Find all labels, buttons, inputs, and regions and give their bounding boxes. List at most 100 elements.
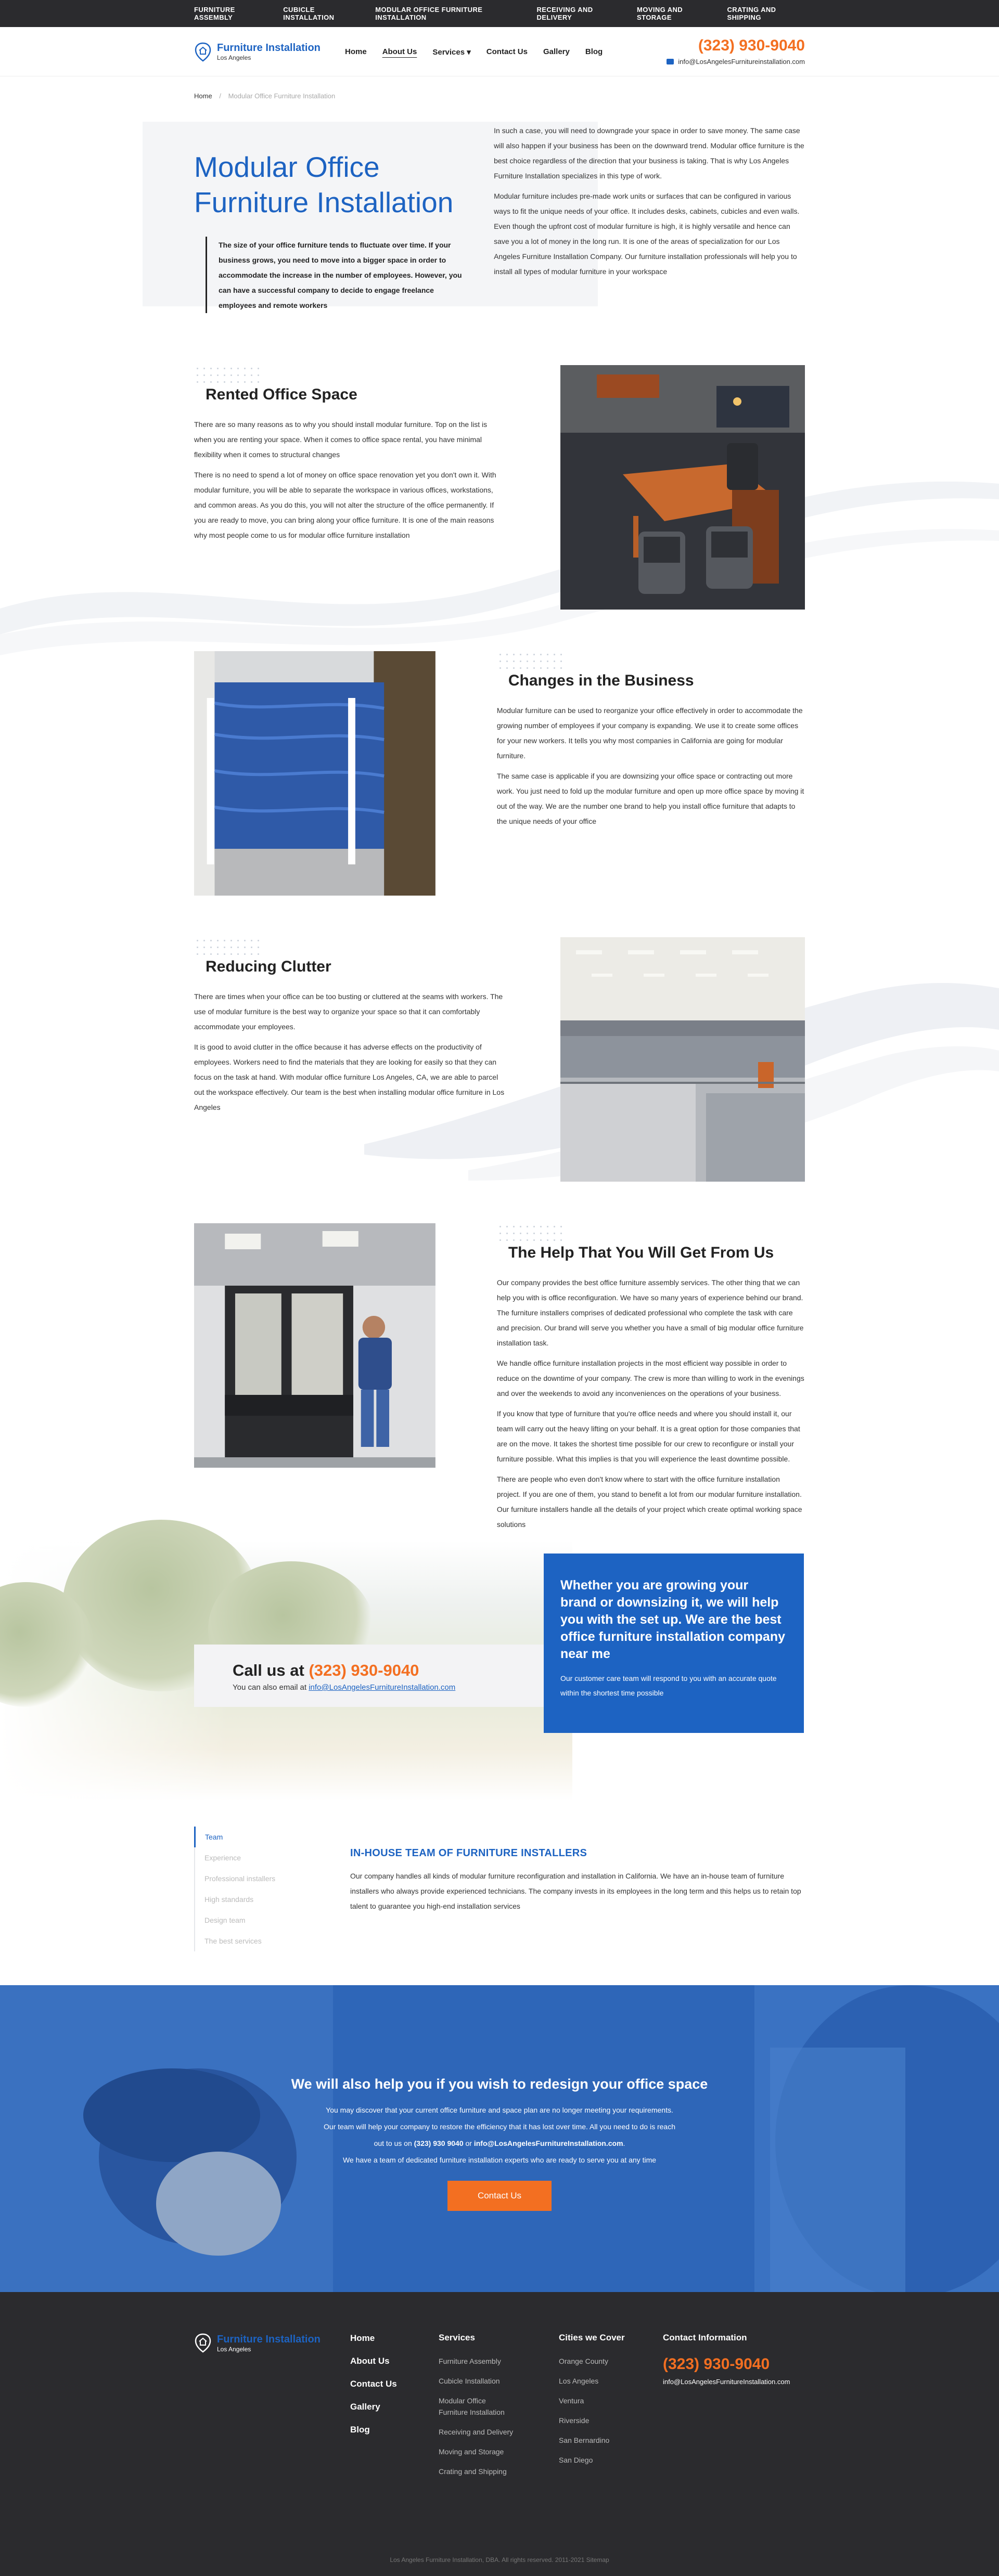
footer-logo-title: Furniture Installation: [217, 2333, 321, 2345]
footer-email-link[interactable]: info@LosAngelesFurnitureInstallation.com: [663, 2378, 790, 2386]
breadcrumb-separator: /: [219, 92, 221, 100]
nav-contact-us[interactable]: Contact Us: [486, 47, 528, 57]
email-us-line: You can also email at info@LosAngelesFur…: [233, 1683, 544, 1692]
hero-paragraph: Modular furniture includes pre-made work…: [494, 192, 800, 276]
dot-pattern: [194, 937, 262, 957]
footer-logo-subtitle: Los Angeles: [217, 2345, 251, 2353]
nav-gallery[interactable]: Gallery: [543, 47, 570, 57]
cta-section: Whether you are growing your brand or do…: [0, 1520, 999, 1801]
logo-shield-icon: [195, 42, 211, 62]
footer-nav-home[interactable]: Home: [350, 2333, 439, 2344]
nav-services-label: Services: [432, 47, 465, 57]
features-tab-list: Team Experience Professional installers …: [194, 1827, 350, 1951]
breadcrumb-current: Modular Office Furniture Installation: [228, 92, 336, 100]
topbar-link[interactable]: CRATING AND SHIPPING: [727, 6, 805, 21]
topbar-link[interactable]: MODULAR OFFICE FURNITURE INSTALLATION: [375, 6, 522, 21]
footer-nav-about[interactable]: About Us: [350, 2355, 439, 2367]
footer-service-link[interactable]: Crating and Shipping: [439, 2466, 559, 2477]
header-email-link[interactable]: info@LosAngelesFurnitureinstallation.com: [667, 58, 805, 66]
chevron-down-icon: ▾: [467, 47, 471, 57]
topbar-link[interactable]: MOVING AND STORAGE: [637, 6, 712, 21]
footer-city: San Diego: [559, 2456, 593, 2464]
topbar-link[interactable]: CUBICLE INSTALLATION: [283, 6, 361, 21]
header-email-text: info@LosAngelesFurnitureinstallation.com: [678, 57, 805, 66]
hero-paragraph: In such a case, you will need to downgra…: [494, 126, 804, 180]
dot-pattern: [496, 1223, 565, 1243]
section-paragraph: There are so many reasons as to why you …: [194, 420, 488, 459]
email-us-label: You can also email at: [233, 1683, 309, 1692]
wrapped-furniture-photo: [194, 651, 436, 896]
section-paragraph: If you know that type of furniture that …: [496, 1409, 800, 1463]
banner-text: You may discover that your current offic…: [326, 2106, 673, 2114]
footer-nav-blog[interactable]: Blog: [350, 2424, 439, 2436]
section-rented-office: Rented Office Space There are so many re…: [0, 365, 999, 651]
section-paragraph: It is good to avoid clutter in the offic…: [194, 1043, 505, 1111]
tab-panel-text: Our company handles all kinds of modular…: [350, 1872, 801, 1910]
redesign-banner: We will also help you if you wish to red…: [0, 1985, 999, 2292]
banner-phone-link[interactable]: (323) 930 9040: [414, 2139, 464, 2147]
footer-services-title: Services: [439, 2333, 475, 2342]
breadcrumb-home[interactable]: Home: [194, 92, 212, 100]
tab-experience[interactable]: Experience: [195, 1847, 350, 1868]
footer-service-link[interactable]: Moving and Storage: [439, 2446, 559, 2457]
section-title: Rented Office Space: [206, 386, 357, 403]
cta-headline: Whether you are growing your brand or do…: [560, 1578, 785, 1661]
contact-us-button[interactable]: Contact Us: [447, 2181, 552, 2211]
logo-subtitle: Los Angeles: [217, 54, 251, 61]
footer-service-link[interactable]: Modular Office Furniture Installation: [439, 2395, 517, 2418]
section-changes-business: Changes in the Business Modular furnitur…: [0, 651, 999, 937]
section-paragraph: There is no need to spend a lot of money…: [194, 471, 496, 539]
cta-description: Our customer care team will respond to y…: [560, 1674, 777, 1697]
nav-about-us[interactable]: About Us: [382, 47, 417, 57]
footer-city: Riverside: [559, 2416, 590, 2425]
footer-phone-link[interactable]: (323) 930-9040: [663, 2355, 803, 2373]
topbar-link[interactable]: FURNITURE ASSEMBLY: [194, 6, 268, 21]
footer-service-link[interactable]: Cubicle Installation: [439, 2375, 559, 2387]
site-footer: Furniture Installation Los Angeles Home …: [0, 2292, 999, 2576]
section-help-from-us: The Help That You Will Get From Us Our c…: [0, 1223, 999, 1541]
footer-logo[interactable]: Furniture Installation Los Angeles: [194, 2333, 350, 2353]
header-contact: (323) 930-9040 info@LosAngelesFurniturei…: [667, 37, 805, 67]
footer-service-link[interactable]: Furniture Assembly: [439, 2355, 559, 2367]
section-paragraph: We handle office furniture installation …: [496, 1359, 804, 1397]
email-us-link[interactable]: info@LosAngelesFurnitureInstallation.com: [309, 1683, 455, 1692]
tab-professional-installers[interactable]: Professional installers: [195, 1868, 350, 1889]
cubicles-photo: [560, 937, 805, 1182]
footer-nav-contact[interactable]: Contact Us: [350, 2378, 439, 2390]
footer-service-link[interactable]: Receiving and Delivery: [439, 2426, 559, 2438]
banner-email-link[interactable]: info@LosAngelesFurnitureInstallation.com: [474, 2139, 623, 2147]
nav-blog[interactable]: Blog: [585, 47, 603, 57]
main-nav: Home About Us Services ▾ Contact Us Gall…: [345, 47, 603, 57]
dot-pattern: [194, 365, 262, 385]
footer-city: Orange County: [559, 2357, 608, 2365]
tab-team[interactable]: Team: [194, 1827, 350, 1847]
page-title: Modular Office Furniture Installation: [194, 151, 454, 218]
features-tabs-section: Team Experience Professional installers …: [0, 1801, 999, 1985]
footer-cities-title: Cities we Cover: [559, 2333, 625, 2342]
section-paragraph: There are times when your office can be …: [194, 992, 503, 1031]
banner-text: out to us on (323) 930 9040 or info@LosA…: [0, 2136, 999, 2151]
header-phone-link[interactable]: (323) 930-9040: [667, 37, 805, 55]
site-logo[interactable]: Furniture Installation Los Angeles: [194, 42, 345, 62]
tab-panel-title: IN-HOUSE TEAM OF FURNITURE INSTALLERS: [350, 1847, 587, 1859]
banner-text: Our team will help your company to resto…: [324, 2122, 675, 2131]
nav-home[interactable]: Home: [345, 47, 367, 57]
tab-high-standards[interactable]: High standards: [195, 1889, 350, 1910]
nav-services[interactable]: Services ▾: [432, 47, 470, 57]
footer-city: Los Angeles: [559, 2377, 599, 2385]
footer-contact-title: Contact Information: [663, 2333, 747, 2342]
tab-best-services[interactable]: The best services: [195, 1931, 350, 1951]
call-us-phone-link[interactable]: (323) 930-9040: [309, 1661, 419, 1679]
section-paragraph: The same case is applicable if you are d…: [496, 772, 804, 825]
section-paragraph: Modular furniture can be used to reorgan…: [496, 706, 803, 760]
office-desk-photo: [560, 365, 805, 610]
tab-panel: IN-HOUSE TEAM OF FURNITURE INSTALLERS Ou…: [350, 1827, 803, 1951]
hero-section: Modular Office Furniture Installation Th…: [0, 100, 999, 344]
topbar-link[interactable]: RECEIVING AND DELIVERY: [536, 6, 622, 21]
cta-blue-card: Whether you are growing your brand or do…: [544, 1554, 804, 1733]
banner-text-part: or: [463, 2139, 474, 2147]
site-header: Furniture Installation Los Angeles Home …: [0, 27, 999, 76]
footer-nav-gallery[interactable]: Gallery: [350, 2401, 439, 2413]
tab-design-team[interactable]: Design team: [195, 1910, 350, 1931]
installer-cubicle-photo: [194, 1223, 436, 1468]
